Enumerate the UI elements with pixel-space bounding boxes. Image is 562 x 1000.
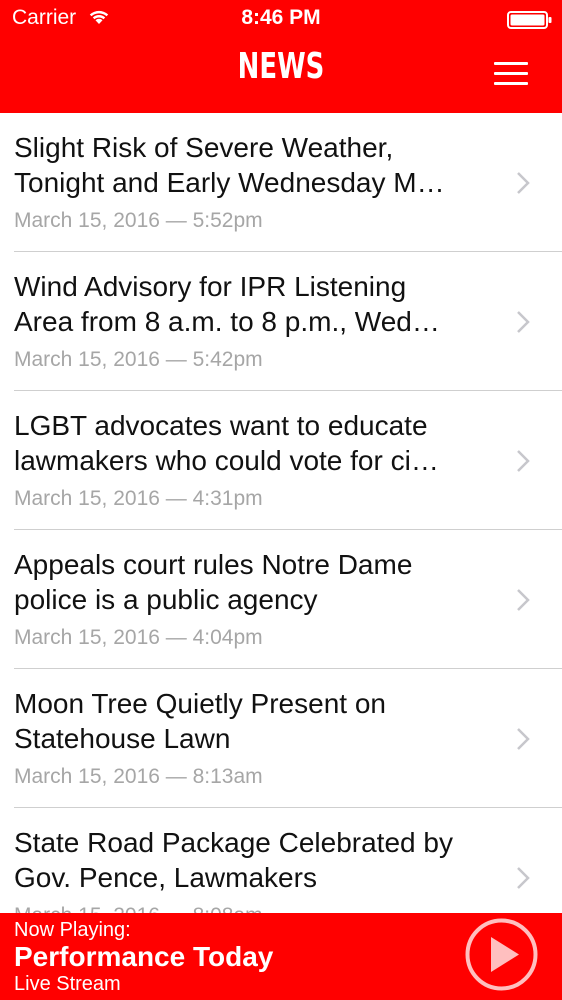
news-item[interactable]: LGBT advocates want to educate lawmakers… <box>0 391 562 530</box>
news-item-date: March 15, 2016 — 8:08am <box>14 904 263 913</box>
status-bar: Carrier 8:46 PM <box>0 0 562 40</box>
status-time: 8:46 PM <box>241 6 321 29</box>
now-playing-show: Performance Today <box>14 941 274 972</box>
hamburger-menu-icon[interactable] <box>494 62 528 86</box>
chevron-right-icon <box>517 450 530 472</box>
chevron-right-icon <box>517 728 530 750</box>
chevron-right-icon <box>517 589 530 611</box>
news-item-title: Moon Tree Quietly Present on Statehouse … <box>14 688 386 754</box>
news-item-title: Slight Risk of Severe Weather, Tonight a… <box>14 132 445 198</box>
chevron-right-icon <box>517 867 530 889</box>
now-playing-label: Now Playing: <box>14 919 131 941</box>
news-item-title: Appeals court rules Notre Dame police is… <box>14 549 413 615</box>
news-item[interactable]: State Road Package Celebrated by Gov. Pe… <box>0 808 562 913</box>
now-playing-bar[interactable]: Now Playing: Performance Today Live Stre… <box>0 913 562 1000</box>
chevron-right-icon <box>517 172 530 194</box>
play-icon[interactable] <box>464 917 539 992</box>
news-item[interactable]: Moon Tree Quietly Present on Statehouse … <box>0 669 562 808</box>
news-item-date: March 15, 2016 — 5:42pm <box>14 348 263 371</box>
news-item-title: Wind Advisory for IPR Listening Area fro… <box>14 271 440 337</box>
news-item-date: March 15, 2016 — 4:04pm <box>14 626 263 649</box>
app-header: Carrier 8:46 PM NEWS <box>0 0 562 113</box>
page-title: NEWS <box>237 46 325 87</box>
now-playing-subtitle: Live Stream <box>14 973 121 995</box>
news-item[interactable]: Appeals court rules Notre Dame police is… <box>0 530 562 669</box>
chevron-right-icon <box>517 311 530 333</box>
news-item-title: LGBT advocates want to educate lawmakers… <box>14 410 439 476</box>
news-item[interactable]: Wind Advisory for IPR Listening Area fro… <box>0 252 562 391</box>
news-item[interactable]: Slight Risk of Severe Weather, Tonight a… <box>0 113 562 252</box>
news-list: Slight Risk of Severe Weather, Tonight a… <box>0 113 562 913</box>
news-item-date: March 15, 2016 — 4:31pm <box>14 487 263 510</box>
news-item-title: State Road Package Celebrated by Gov. Pe… <box>14 827 453 893</box>
news-item-date: March 15, 2016 — 8:13am <box>14 765 263 788</box>
battery-icon <box>507 11 552 29</box>
news-item-date: March 15, 2016 — 5:52pm <box>14 209 263 232</box>
